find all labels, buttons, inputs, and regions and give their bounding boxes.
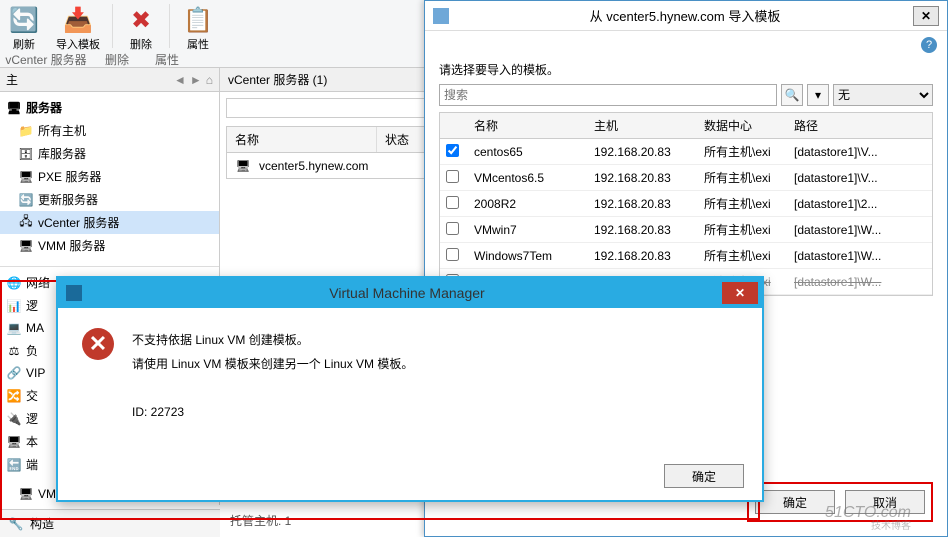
tree-item-0[interactable]: 📁所有主机 <box>0 119 219 142</box>
tree-item-3[interactable]: 🔄更新服务器 <box>0 188 219 211</box>
template-row-0[interactable]: centos65192.168.20.83所有主机\exi[datastore1… <box>440 139 932 165</box>
modal-ok-button[interactable]: 确定 <box>755 490 835 514</box>
refresh-button[interactable]: 🔄刷新 <box>0 2 48 54</box>
tree-item-5[interactable]: 🖥VMM 服务器 <box>0 234 219 257</box>
modal-icon <box>433 8 449 24</box>
mcol-dc[interactable]: 数据中心 <box>698 113 788 138</box>
nav-back-icon[interactable]: ◄ <box>174 73 186 87</box>
content-bottom: 托管主机: 1 <box>230 512 291 529</box>
mcol-path[interactable]: 路径 <box>788 113 932 138</box>
sidebar-footer[interactable]: 🔧构造 <box>0 509 220 537</box>
ribbon-group-2: 删除 <box>92 50 142 67</box>
delete-button[interactable]: ✖删除 <box>117 2 165 54</box>
help-icon[interactable]: ? <box>921 37 937 53</box>
nav-up-icon[interactable]: ⌂ <box>206 73 213 87</box>
import-template-button[interactable]: 📥导入模板 <box>48 2 108 54</box>
template-row-2[interactable]: 2008R2192.168.20.83所有主机\exi[datastore1]\… <box>440 191 932 217</box>
row-checkbox[interactable] <box>446 248 459 261</box>
error-icon: ✕ <box>82 328 114 360</box>
mcol-name[interactable]: 名称 <box>468 113 588 138</box>
tree-item-1[interactable]: 🗄库服务器 <box>0 142 219 165</box>
dialog-close-button[interactable]: ✕ <box>722 282 758 304</box>
modal-label: 请选择要导入的模板。 <box>439 61 933 78</box>
search-dropdown-icon[interactable]: ▾ <box>807 84 829 106</box>
template-row-1[interactable]: VMcentos6.5192.168.20.83所有主机\exi[datasto… <box>440 165 932 191</box>
row-checkbox[interactable] <box>446 144 459 157</box>
search-input[interactable] <box>439 84 777 106</box>
sidebar-header: 主 ◄►⌂ <box>0 68 219 92</box>
dialog-title: Virtual Machine Manager <box>92 285 722 301</box>
row-checkbox[interactable] <box>446 196 459 209</box>
row-checkbox[interactable] <box>446 170 459 183</box>
error-dialog: Virtual Machine Manager ✕ ✕ 不支持依据 Linux … <box>56 276 764 502</box>
modal-close-button[interactable]: ✕ <box>913 6 939 26</box>
ribbon-group-3: 属性 <box>142 50 192 67</box>
template-row-3[interactable]: VMwin7192.168.20.83所有主机\exi[datastore1]\… <box>440 217 932 243</box>
tree-root[interactable]: 🖥服务器 <box>0 96 219 119</box>
dialog-icon <box>66 285 82 301</box>
filter-select[interactable]: 无 <box>833 84 933 106</box>
tree-item-2[interactable]: 🖥PXE 服务器 <box>0 165 219 188</box>
col-name[interactable]: 名称 <box>227 127 377 152</box>
row-checkbox[interactable] <box>446 222 459 235</box>
tree-item-4[interactable]: 🖧vCenter 服务器 <box>0 211 219 234</box>
dialog-text: 不支持依据 Linux VM 创建模板。 请使用 Linux VM 模板来创建另… <box>132 328 413 424</box>
mcol-host[interactable]: 主机 <box>588 113 698 138</box>
modal-cancel-button[interactable]: 取消 <box>845 490 925 514</box>
template-row-4[interactable]: Windows7Tem192.168.20.83所有主机\exi[datasto… <box>440 243 932 269</box>
nav-fwd-icon[interactable]: ► <box>190 73 202 87</box>
search-icon[interactable]: 🔍 <box>781 84 803 106</box>
properties-button[interactable]: 📋属性 <box>174 2 222 54</box>
modal-title: 从 vcenter5.hynew.com 导入模板 <box>457 6 913 25</box>
dialog-ok-button[interactable]: 确定 <box>664 464 744 488</box>
ribbon-group-1: vCenter 服务器 <box>0 50 92 67</box>
